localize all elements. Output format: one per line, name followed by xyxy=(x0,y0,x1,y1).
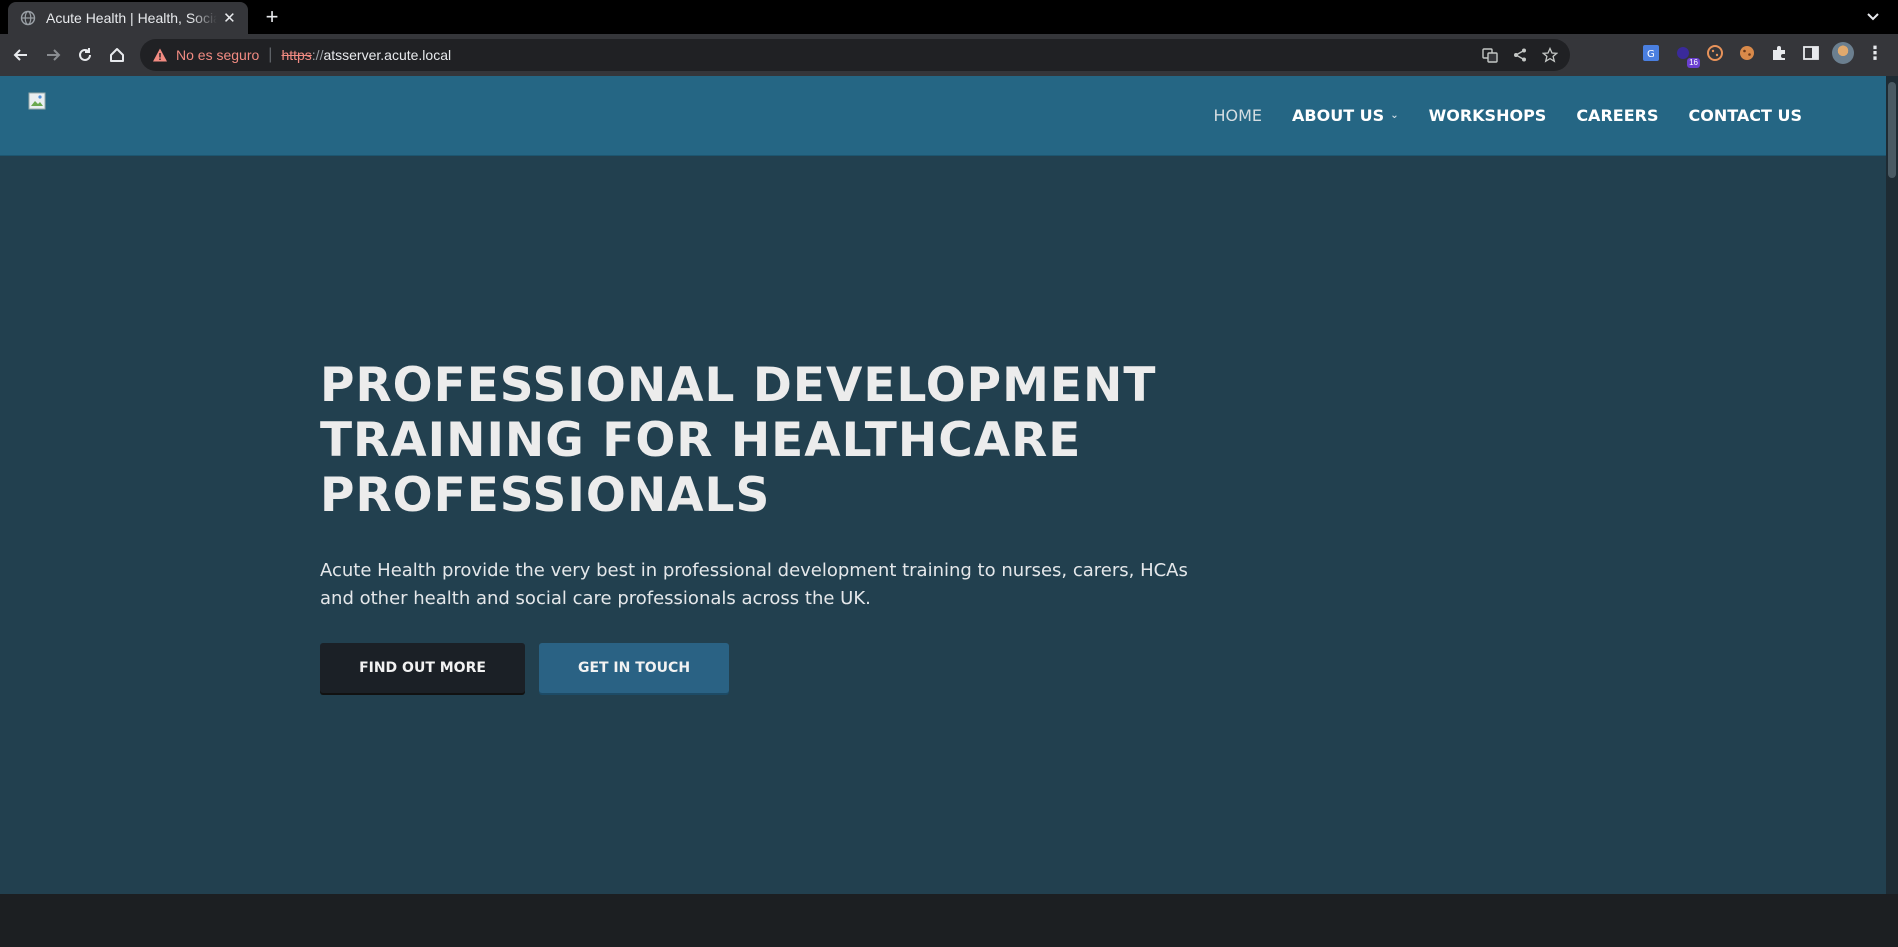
nav-item-label: HOME xyxy=(1213,106,1263,125)
chevron-down-icon: ⌄ xyxy=(1390,110,1399,121)
nav-item-contact-us[interactable]: CONTACT US xyxy=(1688,106,1802,125)
browser-tab-strip: Acute Health | Health, Social ✕ + xyxy=(0,0,1898,34)
arrow-left-icon xyxy=(13,49,27,61)
browser-menu-icon[interactable]: ⋮ xyxy=(1864,42,1886,64)
url-scheme-separator: :// xyxy=(311,47,324,63)
forward-button[interactable] xyxy=(40,42,66,68)
back-button[interactable] xyxy=(8,42,34,68)
nav-item-label: CONTACT US xyxy=(1688,106,1802,125)
next-section-strip xyxy=(0,894,1898,947)
translate-extension-icon[interactable]: G xyxy=(1640,42,1662,64)
page-scrollbar[interactable] xyxy=(1886,76,1898,894)
browser-tab[interactable]: Acute Health | Health, Social ✕ xyxy=(8,2,248,34)
scrollbar-thumb[interactable] xyxy=(1888,82,1896,178)
home-button[interactable] xyxy=(104,42,130,68)
hero-section: PROFESSIONAL DEVELOPMENT TRAINING FOR HE… xyxy=(320,358,1260,693)
cookie-alt-extension-icon[interactable] xyxy=(1736,42,1758,64)
url-scheme: https xyxy=(281,47,312,63)
bookmark-star-icon[interactable] xyxy=(1540,45,1560,65)
warning-triangle-icon xyxy=(153,48,167,62)
tab-close-icon[interactable]: ✕ xyxy=(221,9,238,27)
share-icon[interactable] xyxy=(1510,45,1530,65)
reload-icon xyxy=(79,48,91,61)
home-icon xyxy=(110,48,124,62)
url-host: atsserver.acute.local xyxy=(323,47,452,63)
main-nav: HOME ABOUT US ⌄ WORKSHOPS CAREERS CONTAC… xyxy=(1183,106,1802,125)
nav-item-careers[interactable]: CAREERS xyxy=(1576,106,1658,125)
translate-icon[interactable] xyxy=(1480,45,1500,65)
hero-buttons: FIND OUT MORE GET IN TOUCH xyxy=(320,643,1260,693)
purple-extension-icon[interactable]: 16 xyxy=(1672,42,1700,68)
new-tab-button[interactable]: + xyxy=(258,3,286,31)
cookie-extension-icon[interactable] xyxy=(1704,42,1726,64)
address-bar[interactable]: No es seguro | https :// atsserver.acute… xyxy=(140,39,1570,71)
nav-item-label: CAREERS xyxy=(1576,106,1659,125)
not-secure-label[interactable]: No es seguro xyxy=(176,47,259,63)
hero-description: Acute Health provide the very best in pr… xyxy=(320,560,1188,609)
broken-image-logo-icon[interactable] xyxy=(28,92,46,110)
nav-item-label: ABOUT US xyxy=(1292,106,1385,125)
nav-item-label: WORKSHOPS xyxy=(1428,106,1547,125)
hero-title: PROFESSIONAL DEVELOPMENT TRAINING FOR HE… xyxy=(320,358,1157,523)
avatar xyxy=(1832,42,1854,64)
site-header: HOME ABOUT US ⌄ WORKSHOPS CAREERS CONTAC… xyxy=(0,76,1886,156)
extension-badge: 16 xyxy=(1687,58,1700,68)
get-in-touch-button[interactable]: GET IN TOUCH xyxy=(539,643,729,693)
tab-title: Acute Health | Health, Social xyxy=(46,10,217,26)
browser-toolbar: No es seguro | https :// atsserver.acute… xyxy=(0,34,1898,76)
nav-item-about-us[interactable]: ABOUT US ⌄ xyxy=(1292,106,1399,125)
nav-item-workshops[interactable]: WORKSHOPS xyxy=(1429,106,1547,125)
page-viewport: HOME ABOUT US ⌄ WORKSHOPS CAREERS CONTAC… xyxy=(0,76,1898,947)
arrow-right-icon xyxy=(47,49,61,61)
tab-search-chevron-icon[interactable] xyxy=(1862,6,1884,28)
globe-icon xyxy=(20,10,36,26)
puzzle-extensions-icon[interactable] xyxy=(1768,42,1790,64)
reload-button[interactable] xyxy=(72,42,98,68)
profile-avatar[interactable] xyxy=(1832,42,1854,64)
address-separator: | xyxy=(268,46,273,63)
nav-item-home[interactable]: HOME xyxy=(1213,106,1262,125)
find-out-more-button[interactable]: FIND OUT MORE xyxy=(320,643,525,693)
svg-text:G: G xyxy=(1647,49,1655,60)
side-panel-icon[interactable] xyxy=(1800,42,1822,64)
